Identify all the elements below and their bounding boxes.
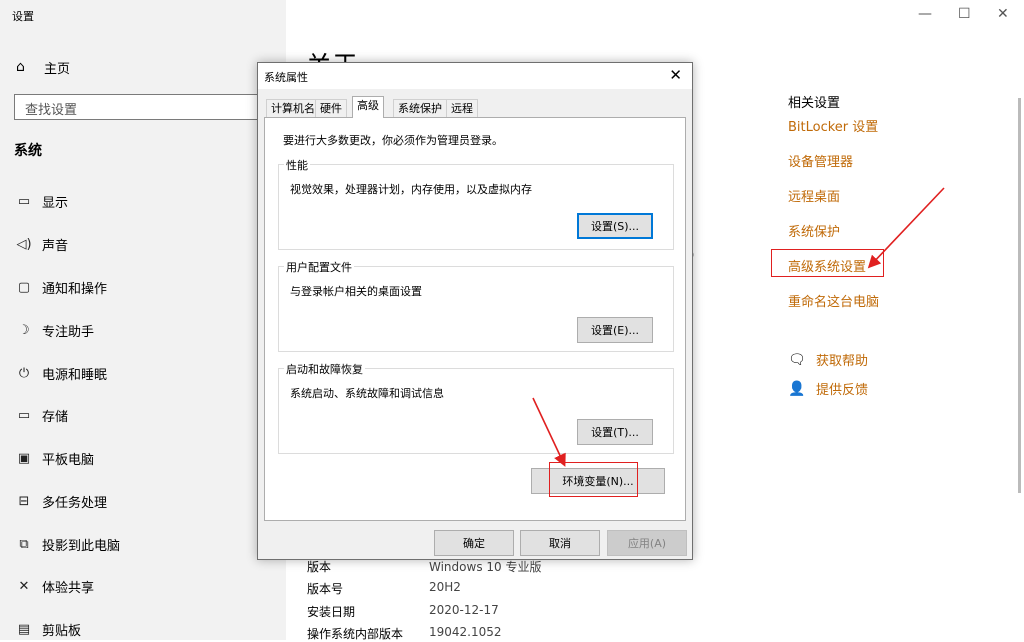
- multitask-icon: ⊟: [18, 493, 30, 509]
- sidebar-item-label: 多任务处理: [42, 495, 108, 511]
- search-input[interactable]: 查找设置: [14, 94, 276, 120]
- sidebar-item-project[interactable]: ⧉ 投影到此电脑: [16, 532, 120, 556]
- sidebar-home[interactable]: ⌂ 主页: [16, 56, 70, 78]
- link-device-manager[interactable]: 设备管理器: [788, 151, 853, 170]
- tab-system-protection[interactable]: 系统保护: [393, 99, 447, 117]
- project-icon: ⧉: [19, 536, 29, 552]
- info-value: 2020-12-17: [429, 603, 499, 617]
- clipboard-icon: ▤: [17, 621, 31, 637]
- tab-panel-advanced: 要进行大多数更改，你必须作为管理员登录。 性能 视觉效果，处理器计划，内存使用，…: [264, 117, 686, 521]
- annotation-box: [771, 249, 884, 277]
- admin-note: 要进行大多数更改，你必须作为管理员登录。: [283, 134, 503, 147]
- sidebar-item-label: 剪贴板: [42, 623, 82, 639]
- moon-icon: ☽: [18, 322, 30, 338]
- link-bitlocker[interactable]: BitLocker 设置: [788, 116, 878, 135]
- display-icon: ▭: [17, 193, 31, 209]
- section-title: 系统: [14, 143, 42, 159]
- sidebar-item-label: 体验共享: [42, 580, 95, 596]
- group-title: 用户配置文件: [284, 259, 354, 275]
- sidebar-item-clipboard[interactable]: ▤ 剪贴板: [16, 617, 81, 641]
- info-key: 操作系统内部版本: [307, 627, 404, 641]
- storage-icon: ▭: [17, 407, 31, 423]
- sidebar-item-share[interactable]: ✕ 体验共享: [16, 574, 94, 598]
- info-key: 版本号: [307, 582, 344, 596]
- dialog-titlebar[interactable]: 系统属性 ✕: [258, 63, 692, 89]
- sidebar-item-label: 专注助手: [42, 324, 95, 340]
- close-window-icon[interactable]: ✕: [997, 6, 1009, 22]
- scrollbar[interactable]: [1018, 98, 1021, 493]
- sidebar-home-label: 主页: [44, 61, 71, 77]
- info-value: 20H2: [429, 580, 461, 594]
- sidebar-item-label: 平板电脑: [42, 452, 95, 468]
- sidebar-item-label: 电源和睡眠: [42, 367, 108, 383]
- minimize-icon[interactable]: —: [918, 6, 932, 22]
- profile-settings-button[interactable]: 设置(E)...: [577, 317, 653, 343]
- tablet-icon: ▣: [17, 450, 31, 466]
- group-description: 视觉效果，处理器计划，内存使用，以及虚拟内存: [290, 183, 532, 196]
- get-help-link[interactable]: 🗨 获取帮助: [788, 350, 869, 370]
- sidebar-item-display[interactable]: ▭ 显示: [16, 189, 68, 213]
- link-rename-pc[interactable]: 重命名这台电脑: [788, 291, 879, 310]
- link-remote-desktop[interactable]: 远程桌面: [788, 186, 840, 205]
- sidebar-item-focus[interactable]: ☽ 专注助手: [16, 318, 94, 342]
- app-title: 设置: [12, 10, 34, 23]
- share-icon: ✕: [18, 578, 30, 594]
- sidebar-item-sound[interactable]: ◁) 声音: [16, 232, 68, 256]
- cancel-button[interactable]: 取消: [520, 530, 600, 556]
- tab-computer-name[interactable]: 计算机名: [266, 99, 320, 117]
- info-key: 版本: [307, 560, 332, 574]
- sidebar-item-label: 显示: [42, 195, 69, 211]
- info-value: 19042.1052: [429, 625, 502, 639]
- settings-sidebar: 设置 ⌂ 主页 查找设置 系统 ▭ 显示 ◁) 声音 ▢ 通知和操作 ☽ 专注助手 ⏻ 电…: [0, 0, 286, 640]
- ok-button[interactable]: 确定: [434, 530, 514, 556]
- sidebar-item-tablet[interactable]: ▣ 平板电脑: [16, 446, 94, 470]
- help-chat-icon: 🗨: [788, 351, 806, 368]
- apply-button[interactable]: 应用(A): [607, 530, 687, 556]
- startup-settings-button[interactable]: 设置(T)...: [577, 419, 653, 445]
- tab-remote[interactable]: 远程: [446, 99, 478, 117]
- feedback-link[interactable]: 👤 提供反馈: [788, 379, 869, 399]
- maximize-icon[interactable]: ☐: [958, 6, 971, 22]
- feedback-label: 提供反馈: [816, 383, 869, 398]
- group-title: 启动和故障恢复: [284, 361, 365, 377]
- sidebar-item-label: 声音: [42, 238, 69, 254]
- sidebar-item-label: 投影到此电脑: [42, 538, 121, 554]
- sidebar-item-label: 存储: [42, 409, 69, 425]
- annotation-box: [549, 462, 638, 497]
- sidebar-item-notifications[interactable]: ▢ 通知和操作: [16, 275, 107, 299]
- performance-settings-button[interactable]: 设置(S)...: [577, 213, 653, 239]
- home-icon: ⌂: [16, 59, 25, 75]
- power-icon: ⏻: [18, 365, 30, 381]
- group-description: 系统启动、系统故障和调试信息: [290, 387, 444, 400]
- sidebar-item-label: 通知和操作: [42, 281, 108, 297]
- notification-icon: ▢: [17, 279, 31, 295]
- feedback-person-icon: 👤: [788, 380, 806, 397]
- info-value: Windows 10 专业版: [429, 560, 542, 574]
- related-settings-heading: 相关设置: [788, 96, 841, 111]
- link-system-protection[interactable]: 系统保护: [788, 221, 840, 240]
- sidebar-item-multitask[interactable]: ⊟ 多任务处理: [16, 489, 107, 513]
- group-description: 与登录帐户相关的桌面设置: [290, 285, 422, 298]
- search-placeholder: 查找设置: [25, 103, 78, 118]
- get-help-label: 获取帮助: [816, 354, 869, 369]
- info-key: 安装日期: [307, 605, 356, 619]
- group-performance: 性能 视觉效果，处理器计划，内存使用，以及虚拟内存 设置(S)...: [278, 157, 674, 250]
- speaker-icon: ◁): [16, 236, 32, 252]
- sidebar-item-storage[interactable]: ▭ 存储: [16, 403, 68, 427]
- group-user-profiles: 用户配置文件 与登录帐户相关的桌面设置 设置(E)...: [278, 259, 674, 352]
- tab-hardware[interactable]: 硬件: [315, 99, 347, 117]
- group-title: 性能: [284, 157, 310, 173]
- dialog-title: 系统属性: [264, 71, 308, 84]
- group-startup-recovery: 启动和故障恢复 系统启动、系统故障和调试信息 设置(T)...: [278, 361, 674, 454]
- tab-advanced[interactable]: 高级: [352, 96, 384, 118]
- sidebar-item-power[interactable]: ⏻ 电源和睡眠: [16, 361, 107, 385]
- close-icon[interactable]: ✕: [669, 66, 682, 84]
